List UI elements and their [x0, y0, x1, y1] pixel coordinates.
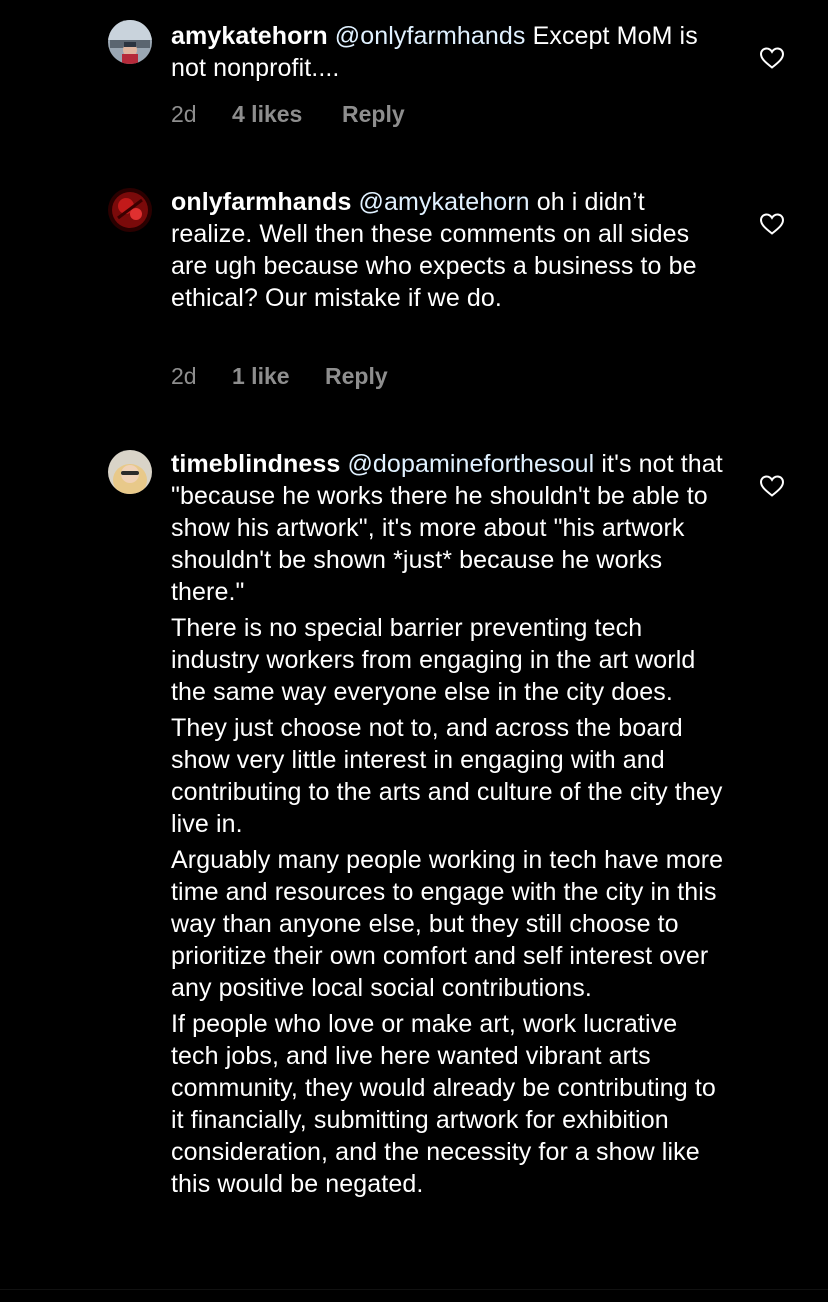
comment-likes[interactable]: 1 like [232, 362, 325, 390]
avatar[interactable] [108, 20, 152, 64]
comment-time: 2d [171, 363, 197, 389]
comment-time: 2d [171, 101, 197, 127]
avatar[interactable] [108, 450, 152, 494]
comment-username[interactable]: onlyfarmhands [171, 188, 352, 216]
comment-item: amykatehorn @onlyfarmhands Except MoM is… [0, 0, 828, 160]
comment-text: amykatehorn @onlyfarmhands Except MoM is… [171, 20, 731, 84]
comment-mention[interactable]: @dopamineforthesoul [347, 450, 594, 478]
heart-outline-icon[interactable] [759, 46, 785, 70]
bottom-edge [0, 1289, 828, 1302]
comment-paragraph: They just choose not to, and across the … [171, 714, 723, 838]
avatar[interactable] [108, 188, 152, 232]
reply-button[interactable]: Reply [325, 362, 388, 390]
comment-meta: 2d 4 likes Reply [171, 100, 405, 128]
comment-mention[interactable]: @onlyfarmhands [335, 22, 526, 50]
comment-username[interactable]: amykatehorn [171, 22, 328, 50]
comment-paragraph: timeblindness @dopamineforthesoul it's n… [171, 448, 731, 608]
reply-button[interactable]: Reply [342, 100, 405, 128]
comment-paragraph: If people who love or make art, work luc… [171, 1010, 716, 1198]
heart-outline-icon[interactable] [759, 474, 785, 498]
comment-text: onlyfarmhands @amykatehorn oh i didn’t r… [171, 186, 731, 314]
comment-likes[interactable]: 4 likes [232, 100, 342, 128]
comment-username[interactable]: timeblindness [171, 450, 340, 478]
comment-item: onlyfarmhands @amykatehorn oh i didn’t r… [0, 160, 828, 430]
comment-item: timeblindness @dopamineforthesoul it's n… [0, 430, 828, 1302]
comment-meta: 2d 1 like Reply [171, 362, 388, 390]
comment-paragraph: Arguably many people working in tech hav… [171, 846, 724, 1002]
comment-mention[interactable]: @amykatehorn [359, 188, 530, 216]
heart-outline-icon[interactable] [759, 212, 785, 236]
comment-text: timeblindness @dopamineforthesoul it's n… [171, 448, 731, 1204]
comment-paragraph: There is no special barrier preventing t… [171, 614, 696, 706]
